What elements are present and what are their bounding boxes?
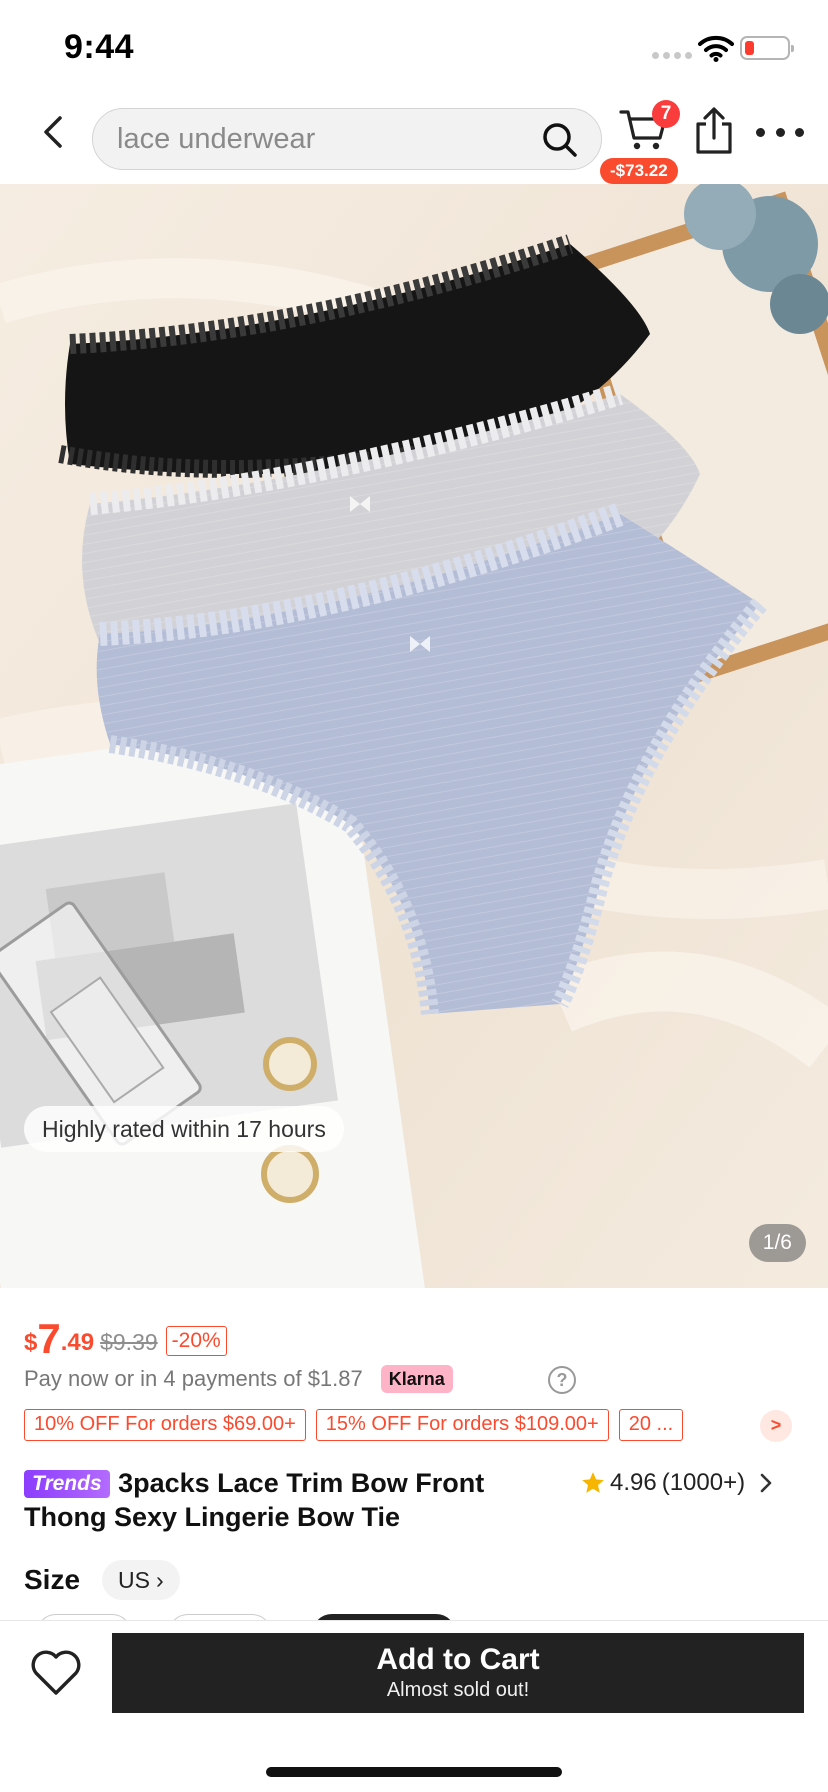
price-integer: 7 bbox=[37, 1315, 61, 1362]
promo-list: 10% OFF For orders $69.00+ 15% OFF For o… bbox=[24, 1409, 684, 1441]
back-button[interactable] bbox=[32, 110, 72, 154]
home-indicator bbox=[266, 1767, 562, 1777]
header: lace underwear 7 -$73.22 bbox=[0, 92, 828, 184]
image-counter: 1/6 bbox=[748, 1224, 806, 1262]
product-image-carousel[interactable]: Highly rated within 17 hours 1/6 bbox=[0, 184, 828, 1288]
signal-icon bbox=[652, 52, 692, 59]
rating-summary[interactable]: 4.96 (1000+) bbox=[580, 1468, 773, 1498]
star-icon bbox=[582, 1472, 604, 1493]
klarna-badge: Klarna bbox=[380, 1365, 453, 1393]
size-label: Size bbox=[24, 1564, 81, 1595]
discount-badge: -20% bbox=[165, 1326, 227, 1356]
promo-tag[interactable]: 15% OFF For orders $109.00+ bbox=[315, 1409, 609, 1441]
cart-savings-badge: -$73.22 bbox=[600, 158, 678, 184]
status-bar: 9:44 bbox=[0, 0, 828, 92]
help-icon[interactable]: ? bbox=[548, 1366, 576, 1394]
price-decimal: .49 bbox=[60, 1329, 95, 1356]
price-currency: $ bbox=[24, 1329, 38, 1356]
size-region-label: US bbox=[118, 1567, 150, 1593]
status-time: 9:44 bbox=[64, 28, 135, 66]
add-to-cart-button[interactable]: Add to Cart Almost sold out! bbox=[112, 1633, 804, 1713]
size-region-selector[interactable]: US › bbox=[102, 1560, 180, 1600]
product-title-row: Trends 3packs Lace Trim Bow Front Thong … bbox=[24, 1466, 564, 1534]
cart-count-badge: 7 bbox=[652, 100, 680, 128]
add-to-cart-label: Add to Cart bbox=[376, 1643, 540, 1676]
price-row: $ 7 .49 $9.39 -20% bbox=[24, 1314, 227, 1360]
highly-rated-chip: Highly rated within 17 hours bbox=[24, 1106, 344, 1152]
installments-row[interactable]: Pay now or in 4 payments of $1.87 Klarna bbox=[24, 1362, 453, 1396]
chevron-right-icon: › bbox=[155, 1567, 164, 1593]
trends-badge: Trends bbox=[24, 1470, 110, 1498]
search-query: lace underwear bbox=[117, 123, 316, 155]
rating-value: 4.96 bbox=[610, 1469, 657, 1496]
heart-icon[interactable] bbox=[30, 1649, 82, 1697]
bottom-action-bar: Add to Cart Almost sold out! bbox=[0, 1620, 828, 1792]
more-icon[interactable] bbox=[756, 120, 804, 144]
size-row: Size US › bbox=[24, 1558, 180, 1602]
share-icon[interactable] bbox=[692, 106, 736, 156]
rating-count: (1000+) bbox=[661, 1469, 746, 1496]
chevron-right-icon bbox=[760, 1473, 772, 1493]
chevron-left-icon bbox=[44, 116, 62, 148]
stock-warning: Almost sold out! bbox=[386, 1679, 530, 1701]
promo-tag[interactable]: 20 ... bbox=[618, 1409, 684, 1441]
battery-icon bbox=[740, 36, 794, 60]
installments-text: Pay now or in 4 payments of $1.87 bbox=[24, 1366, 363, 1391]
wifi-icon bbox=[698, 35, 734, 62]
promo-tag[interactable]: 10% OFF For orders $69.00+ bbox=[24, 1409, 306, 1441]
chevron-right-icon[interactable]: > bbox=[760, 1410, 792, 1442]
search-icon[interactable] bbox=[541, 121, 579, 159]
original-price: $9.39 bbox=[100, 1329, 158, 1355]
search-input[interactable]: lace underwear bbox=[92, 108, 602, 170]
